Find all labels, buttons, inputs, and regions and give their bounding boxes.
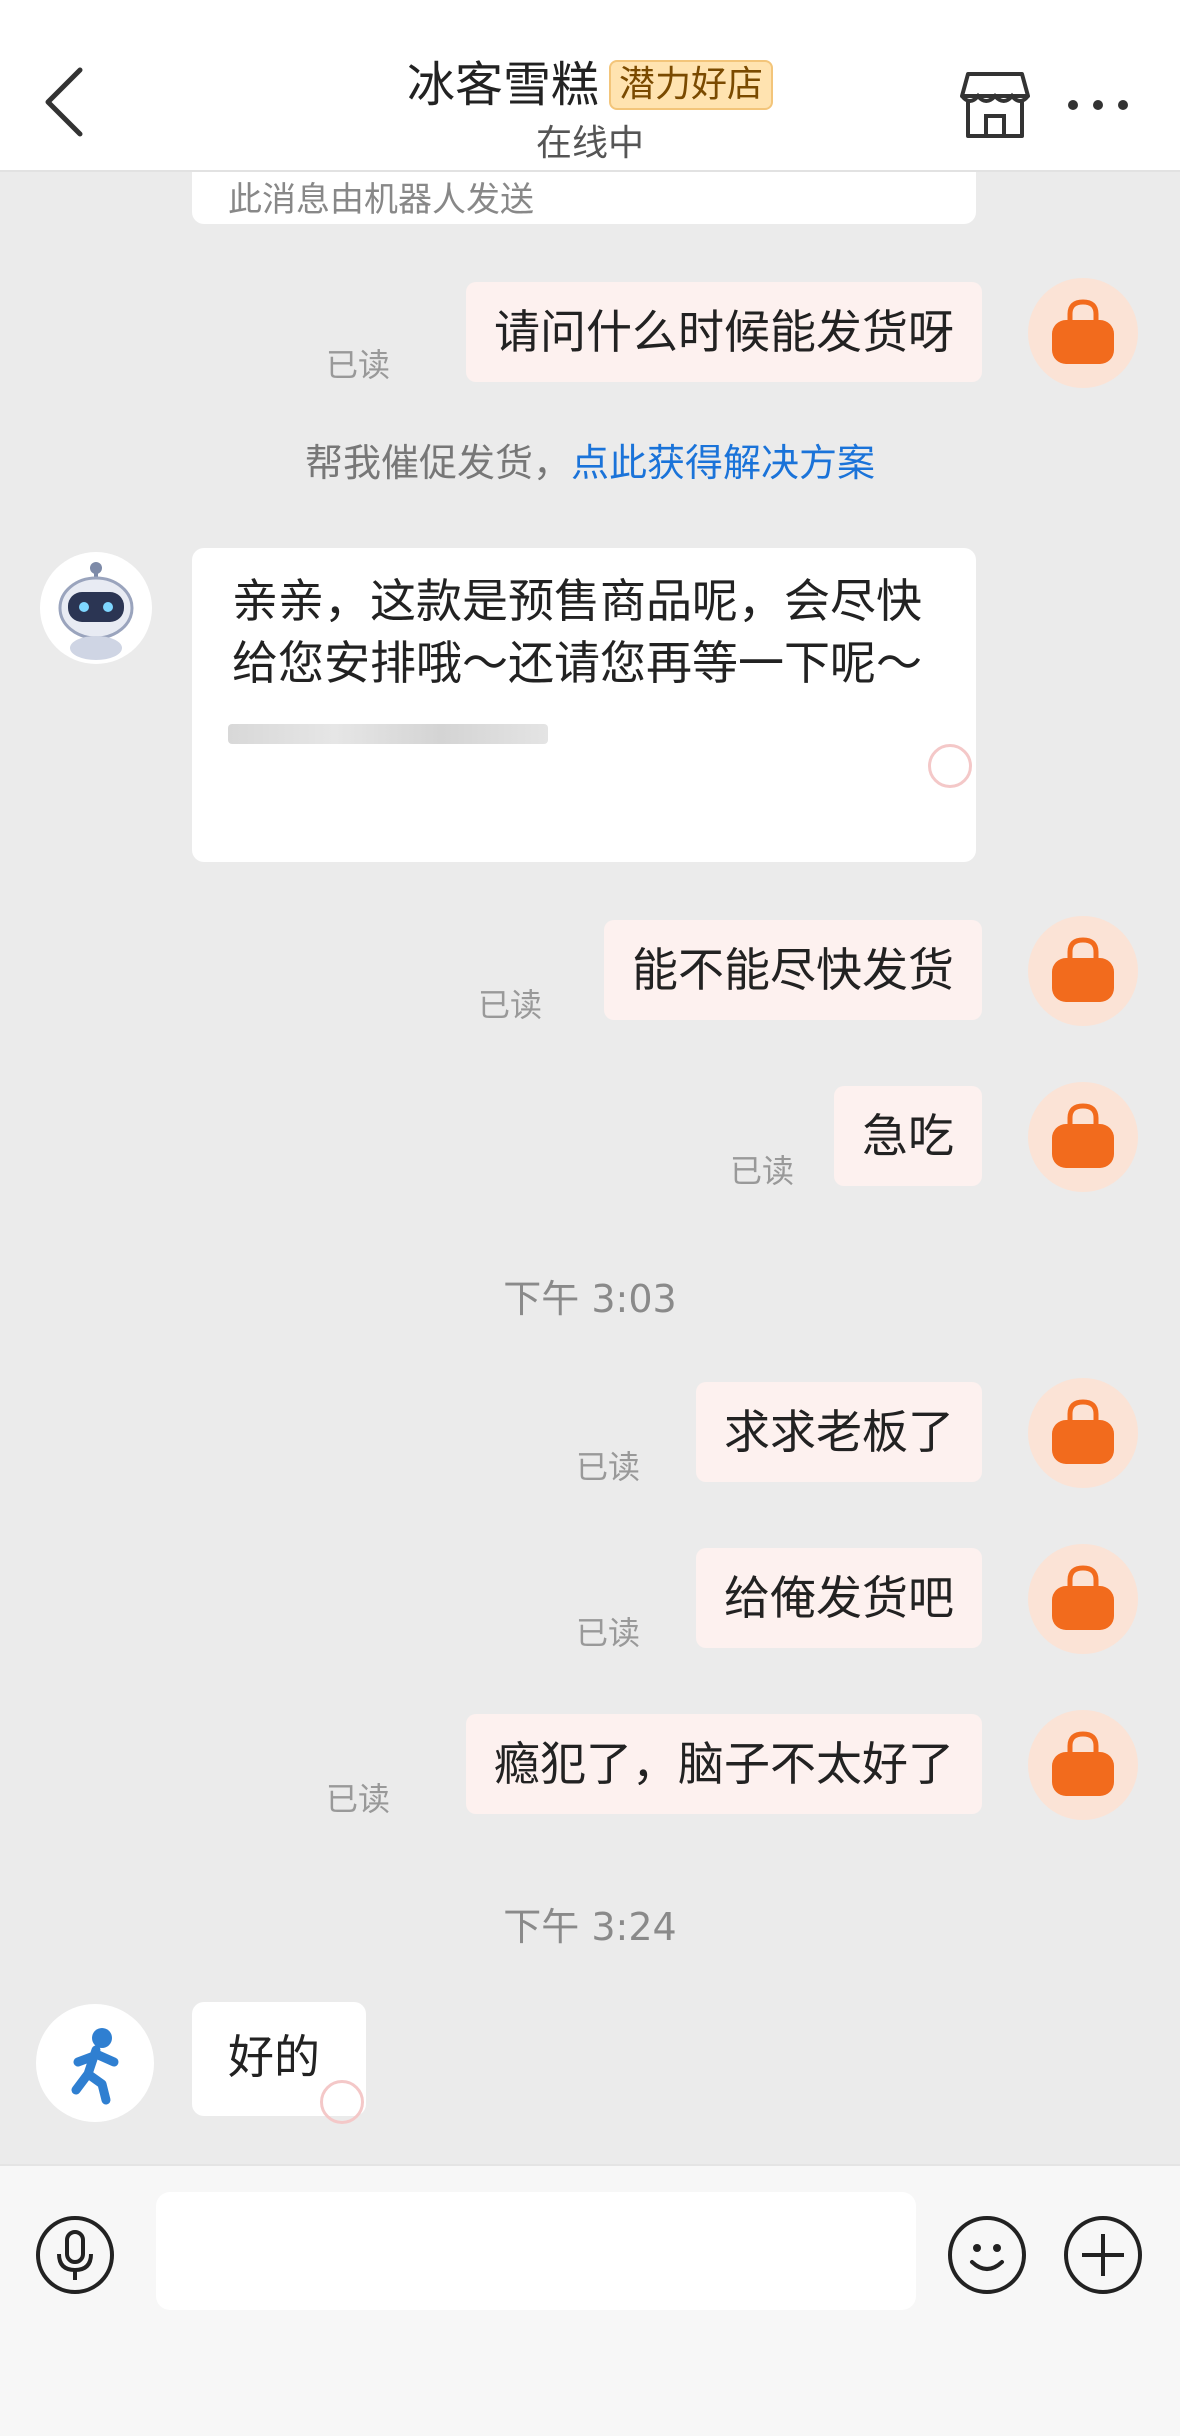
voice-icon	[57, 2230, 93, 2280]
bot-reply-text: 亲亲，这款是预售商品呢，会尽快给您安排哦～还请您再等一下呢～	[232, 574, 922, 690]
shop-badge: 潜力好店	[609, 60, 774, 110]
stamp-icon	[320, 2080, 364, 2124]
read-status: 已读	[326, 1780, 391, 1818]
plus-button[interactable]	[1064, 2216, 1142, 2294]
user-avatar[interactable]	[1028, 1378, 1138, 1488]
blurred-content	[228, 724, 548, 744]
seller-reply-text: 好的	[228, 2030, 320, 2084]
message-bubble[interactable]: 能不能尽快发货	[604, 920, 982, 1020]
user-avatar[interactable]	[1028, 278, 1138, 388]
chat-header: 冰客雪糕 潜力好店 在线中	[0, 0, 1180, 172]
message-input[interactable]	[156, 2192, 916, 2310]
user-avatar[interactable]	[1028, 1544, 1138, 1654]
robot-note: 此消息由机器人发送	[228, 180, 534, 220]
input-bar	[0, 2164, 1180, 2436]
timestamp: 下午 3:03	[503, 1277, 677, 1321]
stamp-icon	[928, 744, 972, 788]
user-avatar[interactable]	[1028, 916, 1138, 1026]
message-bubble[interactable]: 求求老板了	[696, 1382, 982, 1482]
message-bubble[interactable]: 给俺发货吧	[696, 1548, 982, 1648]
solution-link[interactable]: 点此获得解决方案	[571, 441, 875, 485]
runner-icon	[71, 2028, 119, 2105]
bag-icon	[1052, 1399, 1114, 1464]
user-avatar[interactable]	[1028, 1710, 1138, 1820]
read-status: 已读	[576, 1614, 641, 1652]
bag-icon	[1052, 299, 1114, 364]
timestamp: 下午 3:24	[503, 1905, 677, 1949]
shop-icon[interactable]	[960, 70, 1030, 142]
user-avatar[interactable]	[1028, 1082, 1138, 1192]
message-bubble[interactable]: 瘾犯了，脑子不太好了	[466, 1714, 982, 1814]
read-status: 已读	[576, 1448, 641, 1486]
robot-icon	[58, 562, 134, 660]
bag-icon	[1052, 1731, 1114, 1796]
message-bubble[interactable]: 急吃	[834, 1086, 982, 1186]
urge-hint: 帮我催促发货，点此获得解决方案	[0, 432, 1180, 487]
robot-avatar[interactable]	[40, 552, 152, 664]
robot-note-bubble: 此消息由机器人发送	[192, 172, 976, 224]
plus-icon	[1082, 2234, 1124, 2276]
bag-icon	[1052, 1103, 1114, 1168]
bag-icon	[1052, 937, 1114, 1002]
shop-name: 冰客雪糕	[406, 57, 599, 113]
read-status: 已读	[478, 986, 543, 1024]
seller-reply-bubble[interactable]: 好的	[192, 2002, 366, 2124]
read-status: 已读	[730, 1152, 795, 1190]
seller-avatar[interactable]	[36, 2004, 154, 2122]
emoji-button[interactable]	[948, 2216, 1026, 2294]
voice-button[interactable]	[36, 2216, 114, 2294]
message-bubble[interactable]: 请问什么时候能发货呀	[466, 282, 982, 382]
more-icon[interactable]	[1068, 100, 1128, 114]
bot-reply-bubble[interactable]: 亲亲，这款是预售商品呢，会尽快给您安排哦～还请您再等一下呢～	[192, 548, 976, 862]
hint-text: 帮我催促发货，	[304, 441, 571, 485]
read-status: 已读	[326, 346, 391, 384]
emoji-icon	[970, 2244, 1004, 2271]
bag-icon	[1052, 1565, 1114, 1630]
